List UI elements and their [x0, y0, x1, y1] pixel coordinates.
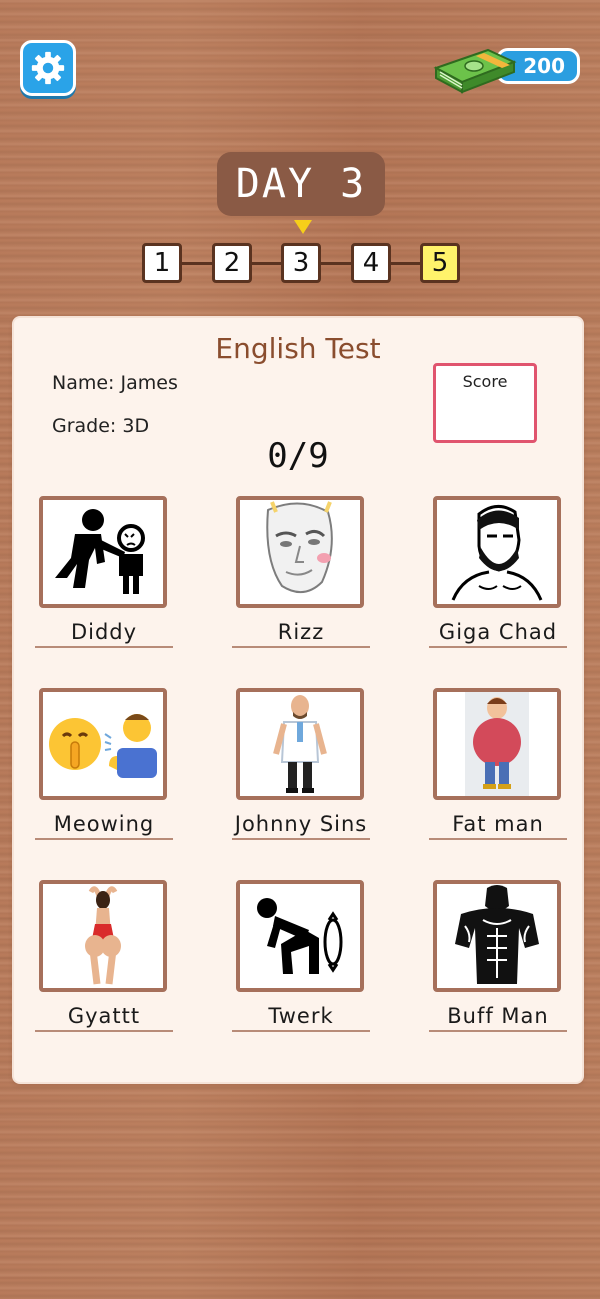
- card-image: [39, 880, 167, 992]
- score-label: Score: [462, 372, 508, 391]
- card-image: [236, 496, 364, 608]
- test-title: English Test: [215, 332, 381, 365]
- shush-emoji-icon: [49, 714, 157, 778]
- answer-card-gyattt[interactable]: Gyattt: [35, 880, 173, 1050]
- rizz-face-icon: [266, 501, 333, 593]
- day-step-2: 2: [212, 243, 252, 283]
- answer-underline: [232, 1030, 370, 1032]
- gear-icon: [31, 51, 65, 85]
- answer-underline: [429, 1030, 567, 1032]
- answer-card-fat-man[interactable]: Fat man: [429, 688, 567, 858]
- card-image: [433, 880, 561, 992]
- answer-card-twerk[interactable]: Twerk: [232, 880, 370, 1050]
- card-image: [433, 496, 561, 608]
- student-name: Name: James: [52, 372, 178, 394]
- day-step-5: 5: [420, 243, 460, 283]
- card-image: [39, 496, 167, 608]
- buff-man-icon: [455, 885, 539, 984]
- answer-progress: 0/9: [267, 436, 329, 476]
- card-label: Giga Chad: [438, 620, 558, 644]
- fat-man-icon: [465, 692, 529, 796]
- answer-underline: [232, 646, 370, 648]
- adult-child-silhouette-icon: [55, 509, 145, 594]
- doctor-icon: [273, 695, 327, 793]
- card-label: Gyattt: [67, 1004, 141, 1028]
- swimsuit-woman-icon: [85, 886, 121, 985]
- card-label: Meowing: [53, 812, 155, 836]
- test-paper: English Test Name: James Grade: 3D Score…: [14, 318, 582, 1082]
- answer-underline: [35, 646, 173, 648]
- card-label: Diddy: [70, 620, 138, 644]
- card-label: Buff Man: [447, 1004, 549, 1028]
- current-day-marker-icon: [294, 220, 312, 234]
- answer-underline: [429, 646, 567, 648]
- cash-display: 200: [432, 40, 584, 96]
- card-image: [236, 880, 364, 992]
- card-image: [236, 688, 364, 800]
- card-label: Twerk: [268, 1004, 334, 1028]
- day-progress: 1 2 3 4 5: [140, 220, 464, 284]
- settings-button[interactable]: [20, 40, 76, 96]
- giga-chad-icon: [451, 505, 543, 601]
- card-label: Johnny Sins: [234, 812, 368, 836]
- card-label: Rizz: [277, 620, 325, 644]
- card-image: [39, 688, 167, 800]
- answer-underline: [35, 1030, 173, 1032]
- answer-card-rizz[interactable]: Rizz: [232, 496, 370, 666]
- answer-underline: [35, 838, 173, 840]
- score-box: Score: [433, 363, 537, 443]
- answer-card-buff-man[interactable]: Buff Man: [429, 880, 567, 1050]
- card-label: Fat man: [452, 812, 544, 836]
- answer-card-johnny-sins[interactable]: Johnny Sins: [232, 688, 370, 858]
- student-grade: Grade: 3D: [52, 415, 150, 437]
- answer-card-meowing[interactable]: Meowing: [35, 688, 173, 858]
- day-title: DAY 3: [217, 152, 385, 216]
- day-step-1: 1: [142, 243, 182, 283]
- cash-stack-icon: [433, 48, 517, 94]
- day-step-4: 4: [351, 243, 391, 283]
- day-step-3: 3: [281, 243, 321, 283]
- answer-card-diddy[interactable]: Diddy: [35, 496, 173, 666]
- answer-underline: [429, 838, 567, 840]
- twerk-figure-icon: [257, 898, 343, 974]
- answer-underline: [232, 838, 370, 840]
- card-image: [433, 688, 561, 800]
- answer-card-giga-chad[interactable]: Giga Chad: [429, 496, 567, 666]
